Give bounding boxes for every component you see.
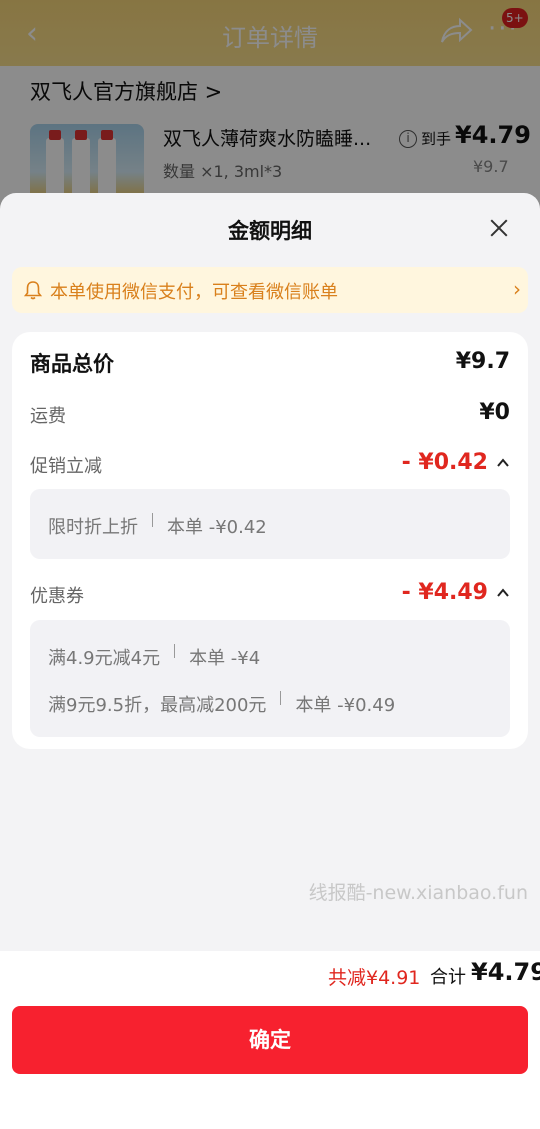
promo-value[interactable]: - ¥0.42 <box>402 450 488 475</box>
coupon-detail-box: 满4.9元减4元 本单 -¥4 满9元9.5折，最高减200元 本单 -¥0.49 <box>30 620 510 737</box>
divider <box>152 513 153 527</box>
promo-item-amount: 本单 -¥0.42 <box>167 517 267 538</box>
notice-text: 本单使用微信支付，可查看微信账单 <box>50 282 338 303</box>
promo-detail-box: 限时折上折 本单 -¥0.42 <box>30 489 510 559</box>
goods-total-value: ¥9.7 <box>455 349 510 374</box>
chevron-right-icon: › <box>513 277 521 301</box>
promo-item-name: 限时折上折 <box>48 517 138 538</box>
total-value: ¥4.79 <box>471 958 540 986</box>
coupon-item-name: 满4.9元减4元 <box>48 648 161 669</box>
amount-detail-sheet: 金额明细 本单使用微信支付，可查看微信账单 › 商品总价 ¥9.7 运费 ¥0 … <box>0 193 540 1129</box>
coupon-label[interactable]: 优惠券 <box>30 582 84 608</box>
promo-label[interactable]: 促销立减 <box>30 452 102 478</box>
coupon-item-name: 满9元9.5折，最高减200元 <box>48 695 267 716</box>
bell-icon <box>24 281 42 300</box>
total-label: 合计 <box>430 967 466 988</box>
watermark-text: 线报酷-new.xianbao.fun <box>308 882 528 904</box>
promo-item: 限时折上折 本单 -¥0.42 <box>48 513 267 539</box>
sheet-footer: 共减¥4.91 合计 ¥4.79 确定 <box>0 951 540 1129</box>
total-reduction: 共减¥4.91 <box>328 967 421 989</box>
goods-total-label: 商品总价 <box>30 352 114 376</box>
divider <box>280 691 282 705</box>
price-breakdown-card: 商品总价 ¥9.7 运费 ¥0 促销立减 - ¥0.42 限时折上折本单 -¥0… <box>12 332 528 749</box>
shipping-value: ¥0 <box>479 400 510 425</box>
close-icon[interactable] <box>486 215 512 241</box>
coupon-item: 满9元9.5折，最高减200元 本单 -¥0.49 <box>48 691 395 717</box>
chevron-up-icon[interactable] <box>496 456 510 470</box>
coupon-item-amount: 本单 -¥0.49 <box>295 695 396 716</box>
coupon-value[interactable]: - ¥4.49 <box>402 580 488 605</box>
coupon-item-amount: 本单 -¥4 <box>189 648 261 669</box>
wechat-pay-notice[interactable]: 本单使用微信支付，可查看微信账单 › <box>12 267 528 313</box>
shipping-label: 运费 <box>30 406 66 427</box>
confirm-button[interactable]: 确定 <box>12 1006 528 1074</box>
sheet-title: 金额明细 <box>228 219 312 243</box>
coupon-item: 满4.9元减4元 本单 -¥4 <box>48 644 260 670</box>
divider <box>174 644 176 658</box>
chevron-up-icon[interactable] <box>496 586 510 600</box>
